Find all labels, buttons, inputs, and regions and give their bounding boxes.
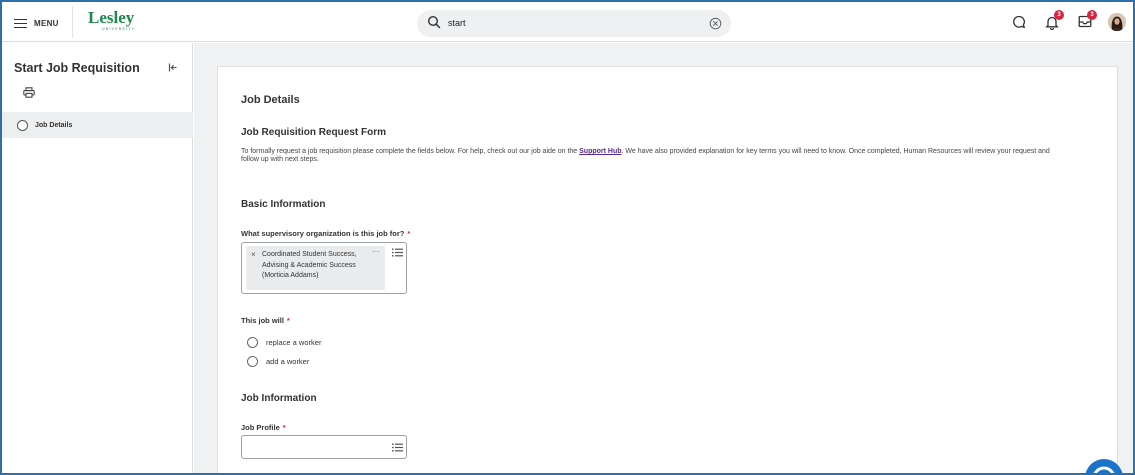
print-icon[interactable]	[23, 87, 35, 98]
supervisory-org-field[interactable]: × Coordinated Student Success, Advising …	[241, 242, 407, 294]
logo-subtext: UNIVERSITY	[102, 27, 136, 31]
radio-label: replace a worker	[266, 338, 322, 347]
job-profile-label: Job Profile *	[241, 423, 286, 432]
job-profile-field[interactable]	[241, 435, 407, 459]
page-heading: Job Details	[241, 94, 300, 106]
lesley-logo[interactable]: Lesley UNIVERSITY	[88, 8, 136, 31]
menu-button[interactable]: MENU	[14, 14, 59, 32]
list-icon[interactable]	[392, 443, 403, 452]
supervisory-org-label: What supervisory organization is this jo…	[241, 229, 410, 238]
sidebar-step-label: Job Details	[35, 121, 73, 129]
form-title: Job Requisition Request Form	[241, 127, 387, 138]
job-will-label: This job will *	[241, 316, 290, 325]
step-status-circle	[17, 119, 28, 131]
menu-label: MENU	[34, 18, 59, 28]
hamburger-icon	[14, 18, 27, 28]
search-icon	[427, 15, 441, 29]
top-bar: MENU Lesley UNIVERSITY 3	[2, 2, 1133, 42]
radio-label: add a worker	[266, 357, 310, 366]
supervisory-org-label-text: What supervisory organization is this jo…	[241, 229, 405, 238]
form-intro-text: To formally request a job requisition pl…	[241, 148, 1061, 164]
job-information-heading: Job Information	[241, 393, 317, 404]
selected-org-pill[interactable]: × Coordinated Student Success, Advising …	[246, 246, 385, 290]
chat-help-button[interactable]	[1085, 459, 1123, 473]
job-will-label-text: This job will	[241, 316, 284, 325]
topbar-divider	[72, 6, 73, 38]
selected-org-text: Coordinated Student Success, Advising & …	[262, 251, 357, 279]
search-input[interactable]	[448, 18, 688, 28]
chat-help-icon	[1093, 466, 1115, 473]
required-mark: *	[282, 423, 286, 432]
job-profile-label-text: Job Profile	[241, 423, 280, 432]
app-frame: MENU Lesley UNIVERSITY 3	[0, 0, 1135, 475]
search-bar[interactable]	[417, 10, 731, 37]
inbox-badge: 3	[1087, 10, 1097, 20]
radio-replace-worker[interactable]: replace a worker	[247, 337, 321, 348]
logo-wordmark: Lesley	[88, 8, 135, 27]
remove-selection-icon[interactable]: ×	[251, 250, 256, 259]
radio-add-worker[interactable]: add a worker	[247, 356, 309, 367]
more-options-icon[interactable]: ···	[372, 247, 380, 256]
radio-button[interactable]	[247, 356, 258, 367]
radio-button[interactable]	[247, 337, 258, 348]
sidebar-step-job-details[interactable]: Job Details	[2, 112, 193, 138]
required-mark: *	[407, 229, 411, 238]
avatar-image	[1108, 13, 1126, 31]
clear-icon[interactable]	[709, 17, 722, 30]
sidebar-title: Start Job Requisition	[14, 61, 140, 75]
notifications-badge: 3	[1054, 10, 1064, 20]
collapse-panel-icon[interactable]	[168, 63, 178, 72]
required-mark: *	[286, 316, 290, 325]
intro-text-start: To formally request a job requisition pl…	[241, 148, 580, 155]
support-hub-link[interactable]: Support Hub	[579, 148, 621, 155]
avatar[interactable]	[1108, 13, 1126, 31]
list-icon[interactable]	[392, 248, 403, 257]
task-sidebar: Start Job Requisition Job Details	[2, 43, 193, 473]
chat-bubble-icon[interactable]	[1012, 15, 1026, 29]
basic-information-heading: Basic Information	[241, 199, 326, 210]
